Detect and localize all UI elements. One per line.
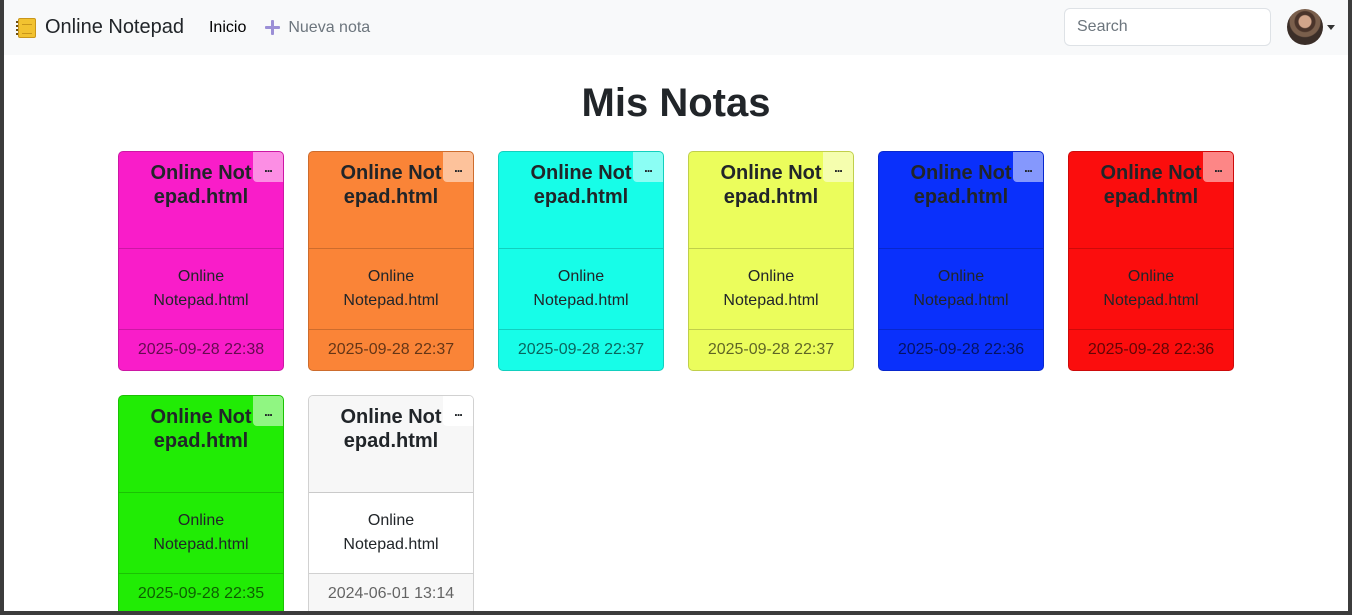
page-title: Mis Notas — [581, 81, 771, 125]
note-card[interactable]: Online Notepad.html Online Notepad.html 20… — [878, 151, 1044, 371]
new-note-label: Nueva nota — [288, 18, 371, 36]
notepad-icon — [16, 17, 36, 38]
note-body: Online Notepad.html — [499, 249, 663, 330]
navbar: Online Notepad Inicio Nueva nota — [4, 0, 1348, 55]
note-body: Online Notepad.html — [119, 493, 283, 574]
note-date: 2025-09-28 22:37 — [327, 341, 455, 358]
note-body: Online Notepad.html — [689, 249, 853, 330]
note-menu-button[interactable]: ... — [443, 396, 473, 426]
note-date: 2025-09-28 22:37 — [707, 341, 835, 358]
note-menu-button[interactable]: ... — [443, 152, 473, 182]
note-menu-button[interactable]: ... — [253, 396, 283, 426]
new-note-link[interactable]: Nueva nota — [265, 19, 370, 37]
note-body: Online Notepad.html — [119, 249, 283, 330]
app-window: Online Notepad Inicio Nueva nota Mis Not… — [4, 0, 1348, 611]
note-body: Online Notepad.html — [309, 493, 473, 574]
note-date: 2025-09-28 22:38 — [137, 341, 265, 358]
note-date: 2025-09-28 22:35 — [137, 585, 265, 602]
note-body: Online Notepad.html — [309, 249, 473, 330]
note-date: 2025-09-28 22:37 — [517, 341, 645, 358]
brand-link[interactable]: Online Notepad — [16, 16, 184, 39]
caret-down-icon — [1327, 24, 1335, 30]
note-date: 2025-09-28 22:36 — [897, 341, 1025, 358]
note-menu-button[interactable]: ... — [823, 152, 853, 182]
search-input[interactable] — [1064, 8, 1271, 46]
note-body: Online Notepad.html — [1069, 249, 1233, 330]
plus-icon — [265, 20, 281, 35]
note-date: 2025-09-28 22:36 — [1087, 341, 1215, 358]
avatar — [1287, 9, 1323, 45]
note-date: 2024-06-01 13:14 — [309, 574, 473, 611]
note-menu-button[interactable]: ... — [1013, 152, 1043, 182]
note-card[interactable]: Online Notepad.html Online Notepad.html 20… — [118, 395, 284, 611]
note-body: Online Notepad.html — [879, 249, 1043, 330]
user-menu-toggle[interactable] — [1287, 9, 1335, 45]
note-menu-button[interactable]: ... — [1203, 152, 1233, 182]
note-card[interactable]: Online Notepad.html Online Notepad.html 20… — [688, 151, 854, 371]
note-card[interactable]: Online Notepad.html Online Notepad.html 20… — [498, 151, 664, 371]
brand-name: Online Notepad — [45, 16, 184, 38]
nav-home-link[interactable]: Inicio — [209, 19, 246, 37]
note-card[interactable]: Online Notepad.html Online Notepad.html 20… — [308, 151, 474, 371]
note-card[interactable]: Online Notepad.html Online Notepad.html 20… — [308, 395, 474, 611]
note-menu-button[interactable]: ... — [253, 152, 283, 182]
note-card[interactable]: Online Notepad.html Online Notepad.html 20… — [1068, 151, 1234, 371]
note-card[interactable]: Online Notepad.html Online Notepad.html 20… — [118, 151, 284, 371]
note-menu-button[interactable]: ... — [633, 152, 663, 182]
